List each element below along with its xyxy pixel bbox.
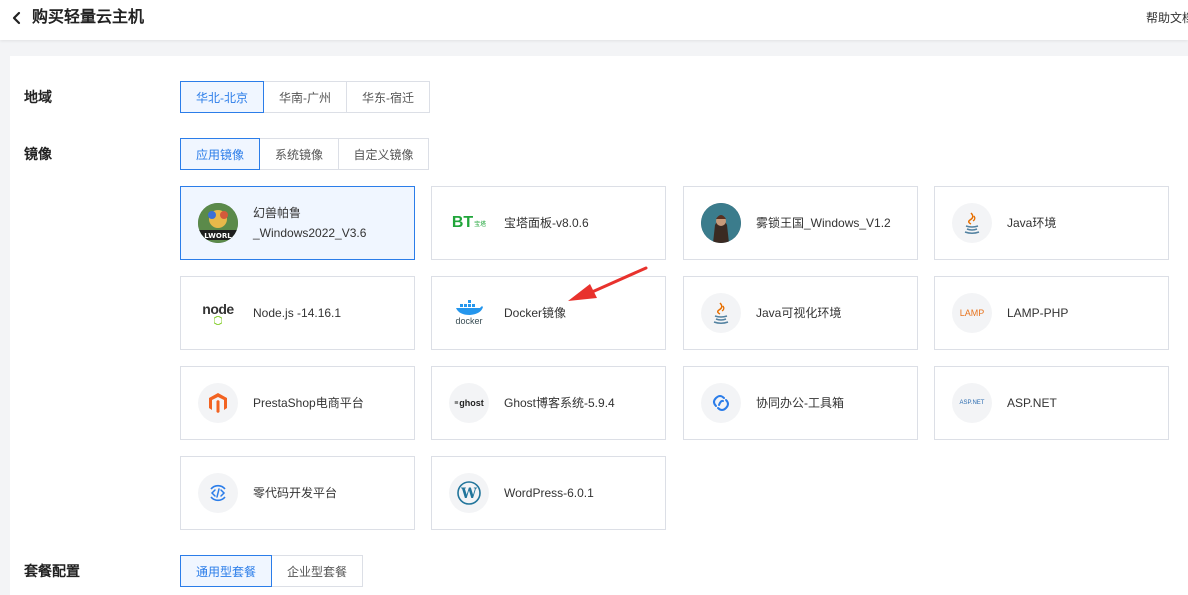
- tab-general-plan[interactable]: 通用型套餐: [180, 555, 272, 587]
- image-card-name: Java环境: [1007, 216, 1057, 230]
- image-card-name: 雾锁王国_Windows_V1.2: [756, 216, 891, 230]
- image-card-ghost[interactable]: ≡ ghost Ghost博客系统-5.9.4: [431, 366, 666, 440]
- wordpress-logo-icon: W: [449, 473, 489, 513]
- image-card-name: WordPress-6.0.1: [504, 486, 594, 500]
- image-card-name: Docker镜像: [504, 306, 567, 320]
- code-logo-icon: [198, 473, 238, 513]
- image-card-name: Node.js -14.16.1: [253, 306, 342, 320]
- tab-custom-image[interactable]: 自定义镜像: [338, 138, 429, 170]
- java-logo-icon: [701, 293, 741, 333]
- nodejs-logo-icon: node: [198, 293, 238, 333]
- tab-app-image[interactable]: 应用镜像: [180, 138, 260, 170]
- page-title: 购买轻量云主机: [32, 9, 145, 26]
- java-logo-icon: [952, 203, 992, 243]
- image-card-java[interactable]: Java环境: [934, 186, 1169, 260]
- image-card-docker[interactable]: docker Docker镜像: [431, 276, 666, 350]
- lamp-logo-icon: LAMP: [952, 293, 992, 333]
- image-card-enshrouded[interactable]: 雾锁王国_Windows_V1.2: [683, 186, 918, 260]
- region-label: 地域: [24, 89, 52, 105]
- svg-text:W: W: [460, 486, 477, 502]
- ghost-logo-icon: ≡ ghost: [449, 383, 489, 423]
- region-option-guangzhou[interactable]: 华南-广州: [263, 81, 347, 113]
- image-card-name: ASP.NET: [1007, 396, 1057, 410]
- svg-text:LWORL: LWORL: [204, 232, 232, 240]
- image-card-lamp[interactable]: LAMP LAMP-PHP: [934, 276, 1169, 350]
- image-card-name: 幻兽帕鲁 _Windows2022_V3.6: [253, 206, 367, 240]
- back-arrow-icon[interactable]: [10, 10, 24, 26]
- plan-type-tabs: 通用型套餐 企业型套餐: [180, 555, 363, 587]
- region-option-suqian[interactable]: 华东-宿迁: [346, 81, 430, 113]
- image-card-name: LAMP-PHP: [1007, 306, 1069, 320]
- image-card-name: 零代码开发平台: [253, 486, 338, 500]
- image-card-office-tools[interactable]: 协同办公-工具箱: [683, 366, 918, 440]
- image-card-name: 协同办公-工具箱: [756, 396, 844, 410]
- image-card-name: Java可视化环境: [756, 306, 842, 320]
- image-card-aspnet[interactable]: ASP.NET ASP.NET: [934, 366, 1169, 440]
- image-card-nocode[interactable]: 零代码开发平台: [180, 456, 415, 530]
- image-card-nodejs[interactable]: node Node.js -14.16.1: [180, 276, 415, 350]
- region-selector: 华北-北京 华南-广州 华东-宿迁: [180, 81, 430, 113]
- image-card-name: PrestaShop电商平台: [253, 396, 364, 410]
- top-bar: 购买轻量云主机 帮助文档: [0, 0, 1188, 40]
- tab-system-image[interactable]: 系统镜像: [259, 138, 339, 170]
- magento-logo-icon: [198, 383, 238, 423]
- image-card-name: Ghost博客系统-5.9.4: [504, 396, 615, 410]
- palworld-logo-icon: LWORL: [198, 203, 238, 243]
- link-logo-icon: [701, 383, 741, 423]
- image-card-palworld[interactable]: LWORL 幻兽帕鲁 _Windows2022_V3.6: [180, 186, 415, 260]
- image-card-java-gui[interactable]: Java可视化环境: [683, 276, 918, 350]
- plan-label: 套餐配置: [24, 563, 80, 579]
- bt-panel-logo-icon: BT 宝塔: [451, 214, 487, 231]
- image-card-prestashop[interactable]: PrestaShop电商平台: [180, 366, 415, 440]
- image-type-tabs: 应用镜像 系统镜像 自定义镜像: [180, 138, 429, 170]
- image-card-wordpress[interactable]: W WordPress-6.0.1: [431, 456, 666, 530]
- image-label: 镜像: [24, 146, 52, 162]
- image-card-bt-panel[interactable]: BT 宝塔 宝塔面板-v8.0.6: [431, 186, 666, 260]
- docker-logo-icon: docker: [449, 293, 489, 333]
- tab-enterprise-plan[interactable]: 企业型套餐: [271, 555, 363, 587]
- image-card-name: 宝塔面板-v8.0.6: [504, 216, 589, 230]
- aspnet-logo-icon: ASP.NET: [952, 383, 992, 423]
- help-docs-link[interactable]: 帮助文档: [1146, 10, 1188, 26]
- region-option-beijing[interactable]: 华北-北京: [180, 81, 264, 113]
- enshrouded-logo-icon: [701, 203, 741, 243]
